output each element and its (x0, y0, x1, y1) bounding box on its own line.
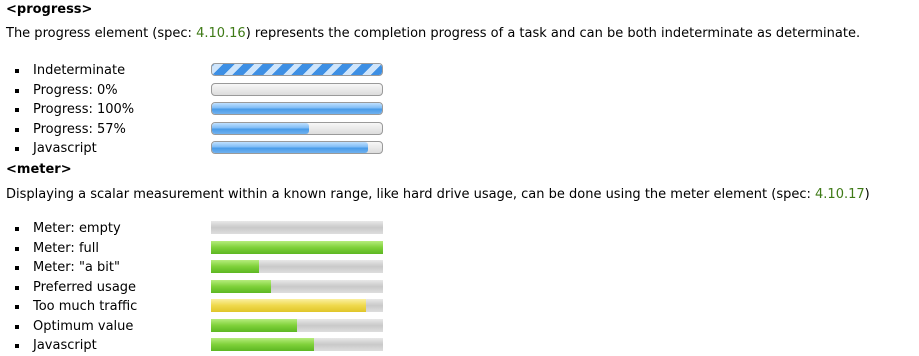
bullet-icon (15, 227, 19, 231)
meter-bar (211, 299, 383, 312)
item-label: Meter: "a bit" (33, 260, 120, 275)
bullet-icon (15, 88, 19, 93)
bullet-icon (15, 108, 19, 112)
item-label: Progress: 0% (33, 82, 118, 98)
meter-bar (211, 240, 383, 254)
bullet-icon (15, 285, 19, 290)
bullet-icon (15, 69, 19, 73)
item-label: Progress: 100% (33, 102, 135, 117)
bullet-icon (15, 344, 19, 348)
meter-fill (211, 240, 383, 254)
bullet-icon (15, 127, 19, 132)
meter-fill (211, 338, 315, 351)
item-label: Preferred usage (33, 279, 137, 295)
page: <progress> The progress element (spec: 4… (0, 0, 919, 356)
bullet-icon (15, 324, 19, 329)
progress-bar (211, 141, 383, 154)
item-label: Too much traffic (33, 299, 138, 314)
meter-bar (211, 318, 383, 332)
item-label: Optimum value (33, 318, 134, 334)
progress-bar (211, 82, 383, 96)
meter-fill (211, 318, 297, 332)
meter-bar (211, 338, 383, 351)
progress-description: The progress element (spec: 4.10.16) rep… (6, 26, 860, 41)
progress-bar (211, 63, 383, 76)
meter-desc-text-end: ) (864, 187, 870, 202)
meter-fill (211, 299, 366, 312)
progress-spec-link[interactable]: 4.10.16 (196, 26, 246, 41)
bullet-icon (15, 266, 19, 270)
meter-bar (211, 279, 383, 293)
item-label: Progress: 57% (33, 121, 126, 137)
item-label: Javascript (33, 141, 97, 156)
meter-spec-link[interactable]: 4.10.17 (815, 187, 865, 202)
item-label: Meter: empty (33, 221, 121, 236)
meter-fill (211, 260, 260, 273)
item-label: Indeterminate (33, 63, 126, 78)
progress-heading: <progress> (6, 2, 93, 17)
progress-bar (211, 102, 383, 115)
meter-heading: <meter> (6, 162, 72, 177)
meter-bar (211, 260, 383, 273)
progress-fill (212, 122, 309, 134)
meter-description: Displaying a scalar measurement within a… (6, 187, 870, 202)
meter-fill (211, 279, 272, 293)
progress-desc-text: The progress element (spec: (6, 26, 197, 41)
bullet-icon (15, 305, 19, 309)
progress-desc-text-end: ) represents the completion progress of … (245, 26, 861, 41)
meter-bar (211, 221, 383, 234)
meter-desc-text: Displaying a scalar measurement within a… (6, 187, 816, 202)
item-label: Javascript (33, 338, 97, 353)
progress-fill (212, 142, 369, 153)
progress-bar (211, 121, 383, 135)
bullet-icon (15, 147, 19, 151)
progress-fill (212, 64, 382, 75)
progress-fill (212, 103, 382, 114)
item-label: Meter: full (33, 240, 99, 256)
bullet-icon (15, 246, 19, 251)
